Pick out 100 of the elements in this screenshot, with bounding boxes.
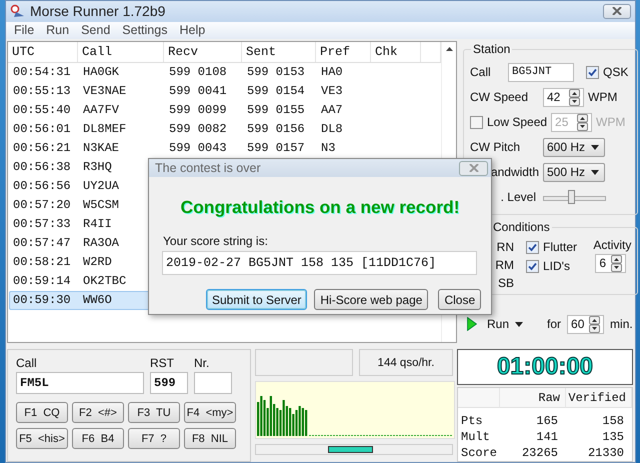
log-row[interactable]: 00:56:21 N3KAE 599 0043 599 0157 N3: [9, 138, 440, 158]
function-key-button[interactable]: F4 <my>: [184, 402, 236, 423]
log-row[interactable]: 00:55:40 AA7FV 599 0099 599 0155 AA7: [9, 100, 440, 120]
window-title: Morse Runner 1.72b9: [30, 3, 166, 20]
column-header[interactable]: Call: [78, 42, 164, 62]
table-cell-text: 158: [601, 413, 625, 429]
table-cell-text: 00:56:21: [12, 141, 71, 156]
column-header[interactable]: Chk: [371, 42, 421, 62]
call-label: Call: [16, 356, 38, 370]
lids-label: LID's: [543, 259, 570, 274]
run-button[interactable]: Run: [483, 317, 510, 332]
function-key-button[interactable]: F6 B4: [72, 428, 124, 449]
menu-item[interactable]: Run: [40, 23, 76, 38]
flutter-label: Flutter: [543, 240, 578, 254]
column-header: Verified: [566, 388, 632, 408]
table-cell-text: 00:55:13: [12, 84, 71, 98]
table-cell-text: 00:56:38: [12, 160, 71, 174]
table-cell-text: N3: [320, 141, 336, 156]
log-row[interactable]: 00:54:31 HA0GK 599 0108 599 0153 HA0: [9, 62, 440, 82]
rst-label: RST: [150, 356, 175, 370]
column-header[interactable]: Sent: [242, 42, 316, 62]
table-cell-text: 165: [535, 413, 559, 429]
table-cell-text: WW6O: [82, 293, 112, 308]
minutes-unit-label: min.: [610, 317, 633, 332]
function-key-button[interactable]: F2 <#>: [72, 402, 124, 423]
headline: Congratulations on a new record!: [179, 197, 461, 218]
play-icon[interactable]: [467, 317, 477, 332]
cw-pitch-dropdown[interactable]: 600 Hz: [543, 138, 605, 157]
function-key-button[interactable]: F3 TU: [128, 402, 180, 423]
table-cell-text: W5CSM: [82, 198, 120, 212]
nr-label: Nr.: [194, 356, 210, 370]
table-cell-text: HA0: [320, 65, 343, 80]
table-cell-text: 00:57:20: [12, 198, 71, 212]
nr-field[interactable]: [194, 372, 232, 394]
spinner-icon[interactable]: [569, 88, 580, 106]
log-row[interactable]: 00:55:13 VE3NAE 599 0041 599 0154 VE3: [9, 82, 440, 101]
menu-item[interactable]: Help: [173, 23, 212, 38]
table-cell-text: VE3NAE: [82, 84, 126, 98]
menu-item[interactable]: Settings: [116, 23, 174, 38]
call-field[interactable]: FM5L: [16, 372, 144, 394]
function-key-button[interactable]: F8 NIL: [184, 428, 236, 449]
minutes-field[interactable]: 60: [567, 314, 604, 334]
table-cell-text: 00:59:30: [12, 293, 71, 308]
for-label: for: [547, 317, 562, 332]
spinner-icon[interactable]: [611, 254, 622, 272]
table-cell-text: W2RD: [82, 255, 112, 270]
caret-icon: [591, 144, 599, 150]
bandwidth-dropdown[interactable]: 500 Hz: [543, 162, 605, 182]
scroll-up-icon[interactable]: [446, 46, 452, 51]
condition-label: RN: [496, 240, 514, 254]
table-cell-text: HA0GK: [82, 65, 120, 80]
table-cell-text: 599 0154: [246, 84, 305, 98]
dialog-button[interactable]: Submit to Server: [206, 289, 308, 310]
rst-field[interactable]: 599: [150, 372, 188, 394]
dialog-button[interactable]: Hi-Score web page: [314, 289, 428, 310]
dialog-title: The contest is over: [155, 161, 261, 175]
group-title: Station: [471, 42, 512, 56]
group-title: Conditions: [491, 220, 552, 234]
column-header[interactable]: Recv: [164, 42, 242, 62]
table-cell-text: Pts: [460, 413, 484, 429]
column-header[interactable]: UTC: [8, 42, 78, 62]
close-button[interactable]: [603, 4, 631, 19]
prompt-label: Your score string is:: [163, 234, 269, 248]
activity-field[interactable]: 6: [595, 254, 626, 273]
scroll-thumb[interactable]: [328, 446, 373, 453]
table-cell-text: 00:59:14: [12, 274, 71, 288]
condition-label: RM: [495, 258, 514, 272]
checkbox[interactable]: [586, 66, 599, 79]
dialog-button[interactable]: Close: [438, 289, 482, 310]
table-cell-text: OK2TBC: [82, 274, 126, 288]
function-key-button[interactable]: F1 CQ: [16, 402, 68, 423]
spinner-icon[interactable]: [589, 316, 600, 333]
cw-speed-field[interactable]: 42: [543, 88, 584, 107]
table-cell-text: 00:54:31: [12, 65, 71, 80]
function-key-button[interactable]: F5 <his>: [16, 428, 68, 449]
checkbox[interactable]: [526, 260, 539, 273]
table-cell-text: 00:55:40: [12, 103, 71, 118]
close-icon: [612, 7, 622, 16]
table-cell-text: 599 0108: [168, 65, 227, 80]
table-cell-text: RA3OA: [82, 236, 120, 250]
column-header[interactable]: Pref: [316, 42, 371, 62]
spinner-icon[interactable]: [577, 114, 588, 131]
menu-item[interactable]: File: [8, 23, 40, 38]
checkbox[interactable]: [526, 240, 539, 254]
table-cell-text: Score: [460, 445, 498, 461]
table-cell-text: AA7: [320, 103, 343, 118]
function-key-button[interactable]: F7 ?: [128, 428, 180, 449]
table-cell-text: 00:58:21: [12, 255, 71, 270]
score-string-field[interactable]: 2019-02-27 BG5JNT 158 135 [11DD1C76]: [162, 251, 477, 275]
cw-pitch-label: CW Pitch: [470, 140, 522, 154]
checkbox[interactable]: [470, 116, 483, 129]
rate-label: 144 qso/hr.: [359, 349, 453, 376]
call-field[interactable]: BG5JNT: [508, 62, 574, 82]
log-row[interactable]: 00:56:01 DL8MEF 599 0082 599 0156 DL8: [9, 120, 440, 139]
table-cell-text: R4II: [82, 217, 112, 232]
table-cell-text: 599 0157: [246, 141, 305, 156]
menu-item[interactable]: Send: [75, 23, 116, 38]
level-slider-thumb[interactable]: [568, 190, 576, 204]
table-cell-text: AA7FV: [82, 103, 120, 118]
table-cell-text: 599 0043: [168, 141, 227, 156]
